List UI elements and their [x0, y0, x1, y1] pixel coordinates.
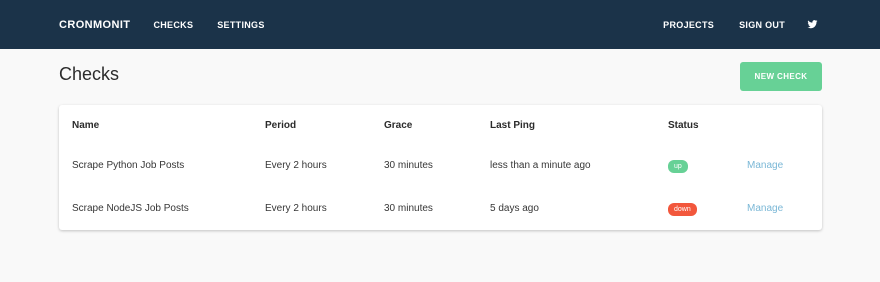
row2-status-cell: down: [668, 203, 697, 216]
page-title: Checks: [59, 64, 120, 84]
row2-manage-link[interactable]: Manage: [747, 203, 783, 214]
twitter-icon[interactable]: [807, 19, 818, 30]
nav-projects[interactable]: PROJECTS: [663, 20, 714, 30]
header-name: Name: [72, 120, 100, 131]
row1-status-cell: up: [668, 160, 688, 173]
status-badge: up: [668, 160, 688, 173]
nav-sign-out[interactable]: SIGN OUT: [739, 20, 785, 30]
nav-right-group: PROJECTS SIGN OUT: [638, 0, 818, 49]
row1-period: Every 2 hours: [265, 160, 327, 171]
checks-table: Name Period Grace Last Ping Status Scrap…: [59, 105, 822, 230]
header-grace: Grace: [384, 120, 413, 131]
row1-name: Scrape Python Job Posts: [72, 160, 185, 171]
row2-last-ping: 5 days ago: [490, 203, 539, 214]
nav-checks[interactable]: CHECKS: [153, 20, 193, 30]
new-check-button[interactable]: NEW CHECK: [740, 62, 822, 91]
brand-logo[interactable]: CRONMONIT: [59, 19, 130, 31]
header-status: Status: [668, 120, 699, 131]
row2-name: Scrape NodeJS Job Posts: [72, 203, 189, 214]
header-period: Period: [265, 120, 297, 131]
nav-settings[interactable]: SETTINGS: [217, 20, 264, 30]
row1-last-ping: less than a minute ago: [490, 160, 591, 171]
status-badge: down: [668, 203, 697, 216]
row2-period: Every 2 hours: [265, 203, 327, 214]
row1-grace: 30 minutes: [384, 160, 433, 171]
top-navbar: CRONMONIT CHECKS SETTINGS PROJECTS SIGN …: [0, 0, 880, 49]
row2-grace: 30 minutes: [384, 203, 433, 214]
header-last-ping: Last Ping: [490, 120, 536, 131]
row1-manage-link[interactable]: Manage: [747, 160, 783, 171]
